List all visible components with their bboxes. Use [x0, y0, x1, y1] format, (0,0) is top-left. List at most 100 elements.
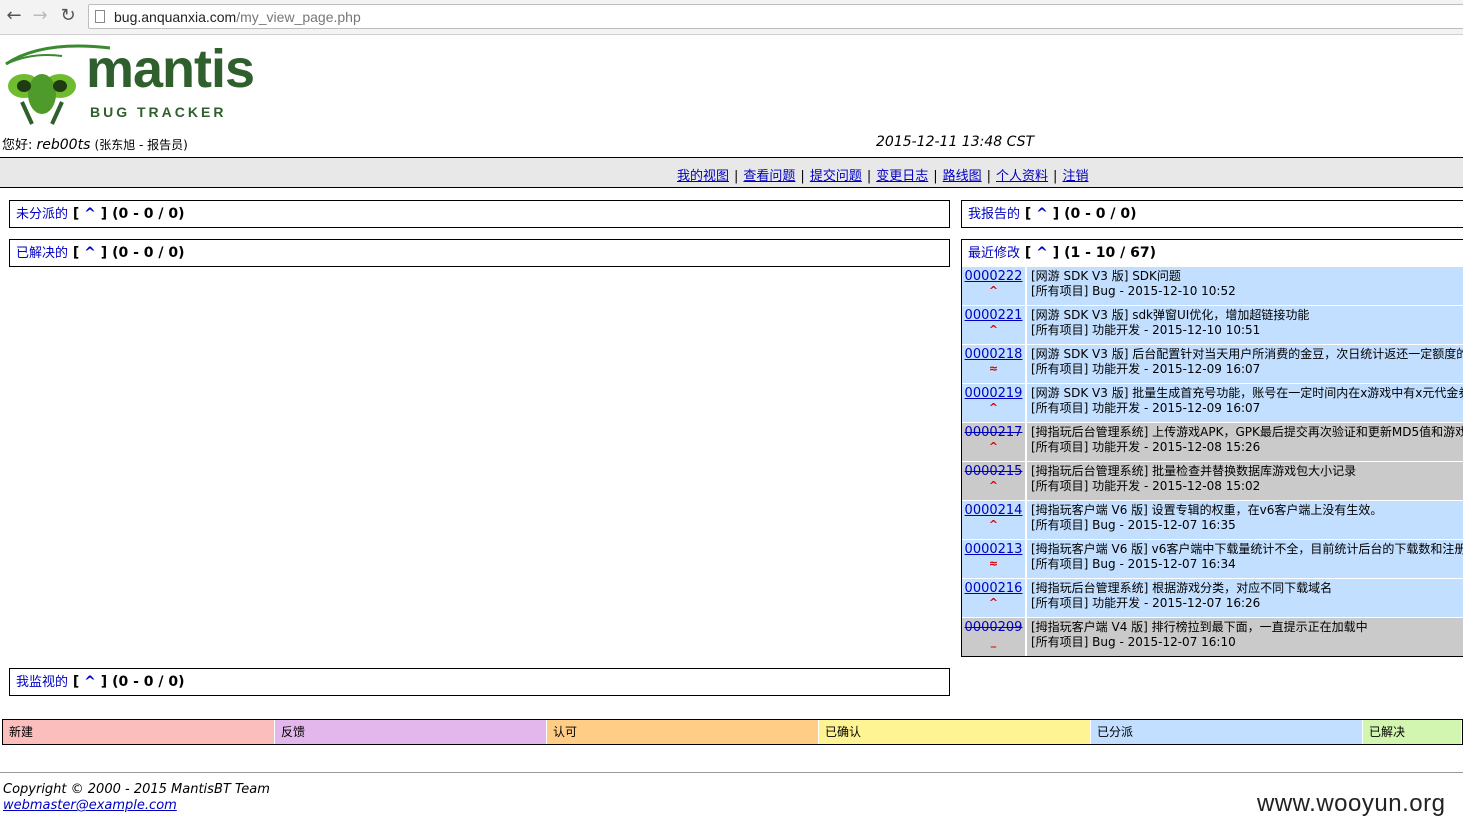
issue-id-link[interactable]: 0000221 — [962, 306, 1025, 323]
priority-icon: ≈ — [988, 362, 999, 375]
back-arrow-icon[interactable]: ← — [4, 6, 24, 26]
url-text[interactable]: bug.anquanxia.com/my_view_page.php — [114, 9, 361, 25]
issue-id-cell: 0000213 ≈ — [962, 540, 1026, 578]
issue-summary-cell: [网游 SDK V3 版] 后台配置针对当天用户所消费的金豆，次日统计返还一定额… — [1027, 345, 1463, 383]
issue-id-link[interactable]: 0000217 — [962, 423, 1025, 440]
panel-resolved-link[interactable]: 已解决的 — [16, 246, 68, 261]
menu-my-view[interactable]: 我的视图 — [677, 169, 729, 184]
issue-summary: [拇指玩客户端 V6 版] v6客户端中下载量统计不全，目前统计后台的下载数和注… — [1031, 542, 1463, 556]
page-icon — [95, 10, 105, 23]
issue-id-cell: 0000219 ^ — [962, 384, 1026, 422]
issue-id-link[interactable]: 0000222 — [962, 267, 1025, 284]
copyright: Copyright © 2000 - 2015 MantisBT Team — [3, 782, 270, 797]
issue-meta: [所有项目] Bug - 2015-12-07 16:34 — [1031, 557, 1236, 571]
panel-count: (0 - 0 / 0) — [112, 245, 185, 261]
issue-summary: [网游 SDK V3 版] sdk弹窗UI优化，增加超链接功能 — [1031, 308, 1310, 322]
priority-icon: ^ — [988, 440, 999, 453]
status-legend: 新建 反馈 认可 已确认 已分派 已解决 — [2, 719, 1463, 745]
status-legend-item: 反馈 — [275, 720, 547, 744]
menu-my-account[interactable]: 个人资料 — [996, 169, 1048, 184]
issue-meta: [所有项目] 功能开发 - 2015-12-07 16:26 — [1031, 596, 1261, 610]
collapse-caret[interactable]: ^ — [1036, 245, 1048, 261]
status-legend-item: 已确认 — [819, 720, 1091, 744]
issue-summary-cell: [拇指玩后台管理系统] 上传游戏APK，GPK最后提交再次验证和更新MD5值和游… — [1027, 423, 1463, 461]
recent-issue-row: 0000221 ^ [网游 SDK V3 版] sdk弹窗UI优化，增加超链接功能[… — [962, 306, 1463, 344]
recent-issue-row: 0000217 ^ [拇指玩后台管理系统] 上传游戏APK，GPK最后提交再次验证和… — [962, 423, 1463, 461]
reload-icon[interactable]: ↻ — [58, 6, 78, 26]
panel-count: (1 - 10 / 67) — [1064, 245, 1156, 261]
watermark: www.wooyun.org — [1257, 790, 1446, 817]
menu-view-issues[interactable]: 查看问题 — [743, 169, 795, 184]
issue-id-link[interactable]: 0000216 — [962, 579, 1025, 596]
issue-id-cell: 0000214 ^ — [962, 501, 1026, 539]
recent-issue-row: 0000218 ≈ [网游 SDK V3 版] 后台配置针对当天用户所消费的金豆，次… — [962, 345, 1463, 383]
issue-id-link[interactable]: 0000213 — [962, 540, 1025, 557]
recent-issue-row: 0000213 ≈ [拇指玩客户端 V6 版] v6客户端中下载量统计不全，目前统计… — [962, 540, 1463, 578]
recent-issue-row: 0000222 ^ [网游 SDK V3 版] SDK问题 [所有项目] Bug - … — [962, 267, 1463, 305]
issue-summary-cell: [拇指玩客户端 V6 版] 设置专辑的权重，在v6客户端上没有生效。 [所有项目]… — [1027, 501, 1463, 539]
collapse-caret[interactable]: ^ — [84, 245, 96, 261]
priority-icon: ^ — [988, 401, 999, 414]
issue-id-link[interactable]: 0000215 — [962, 462, 1025, 479]
issue-meta: [所有项目] 功能开发 - 2015-12-10 10:51 — [1031, 323, 1261, 337]
recent-issue-row: 0000219 ^ [网游 SDK V3 版] 批量生成首充号功能，账号在一定时间内… — [962, 384, 1463, 422]
panel-unassigned-link[interactable]: 未分派的 — [16, 207, 68, 222]
browser-toolbar: ← → ↻ bug.anquanxia.com/my_view_page.php — [0, 0, 1463, 35]
menu-roadmap[interactable]: 路线图 — [943, 169, 982, 184]
panel-reported: 我报告的 [ ^ ] (0 - 0 / 0) — [961, 200, 1463, 228]
recent-issue-row: 0000216 ^ [拇指玩后台管理系统] 根据游戏分类，对应不同下载域名 [所有项目… — [962, 579, 1463, 617]
issue-id-link[interactable]: 0000209 — [962, 618, 1025, 635]
issue-meta: [所有项目] 功能开发 - 2015-12-08 15:26 — [1031, 440, 1261, 454]
issue-id-link[interactable]: 0000214 — [962, 501, 1025, 518]
panel-monitored-link[interactable]: 我监视的 — [16, 675, 68, 690]
priority-icon: ^ — [988, 323, 999, 336]
menu-logout[interactable]: 注销 — [1062, 169, 1088, 184]
priority-icon: _ — [990, 635, 997, 648]
issue-id-cell: 0000222 ^ — [962, 267, 1026, 305]
mantis-logo[interactable]: mantis BUG TRACKER — [2, 42, 255, 126]
user-detail: (张东旭 - 报告员) — [94, 138, 188, 152]
priority-icon: ^ — [988, 479, 999, 492]
issue-id-link[interactable]: 0000219 — [962, 384, 1025, 401]
issue-summary: [拇指玩后台管理系统] 根据游戏分类，对应不同下载域名 — [1031, 581, 1333, 595]
priority-icon: ^ — [988, 284, 999, 297]
issue-summary: [拇指玩客户端 V6 版] 设置专辑的权重，在v6客户端上没有生效。 — [1031, 503, 1383, 517]
collapse-caret[interactable]: ^ — [84, 674, 96, 690]
recent-issue-row: 0000214 ^ [拇指玩客户端 V6 版] 设置专辑的权重，在v6客户端上没有生… — [962, 501, 1463, 539]
priority-icon: ≈ — [988, 557, 999, 570]
issue-summary: [拇指玩后台管理系统] 上传游戏APK，GPK最后提交再次验证和更新MD5值和游… — [1031, 425, 1463, 439]
recent-issue-row: 0000215 ^ [拇指玩后台管理系统] 批量检查并替换数据库游戏包大小记录 [所有… — [962, 462, 1463, 500]
webmaster-email-link[interactable]: webmaster@example.com — [3, 798, 177, 813]
panel-count: (0 - 0 / 0) — [112, 674, 185, 690]
issue-meta: [所有项目] 功能开发 - 2015-12-09 16:07 — [1031, 362, 1261, 376]
main-menu: 我的视图 | 查看问题 | 提交问题 | 变更日志 | 路线图 | 个人资料 | 注销 — [0, 157, 1463, 188]
collapse-caret[interactable]: ^ — [84, 206, 96, 222]
issue-id-cell: 0000217 ^ — [962, 423, 1026, 461]
panel-recent-link[interactable]: 最近修改 — [968, 246, 1020, 261]
forward-arrow-icon[interactable]: → — [30, 6, 50, 26]
collapse-caret[interactable]: ^ — [1036, 206, 1048, 222]
issue-summary: [拇指玩客户端 V4 版] 排行榜拉到最下面，一直提示正在加载中 — [1031, 620, 1368, 634]
issue-meta: [所有项目] Bug - 2015-12-07 16:10 — [1031, 635, 1236, 649]
address-bar[interactable]: bug.anquanxia.com/my_view_page.php — [88, 4, 1463, 29]
status-legend-item: 已分派 — [1091, 720, 1363, 744]
priority-icon: ^ — [988, 596, 999, 609]
issue-meta: [所有项目] 功能开发 - 2015-12-09 16:07 — [1031, 401, 1261, 415]
issue-id-cell: 0000215 ^ — [962, 462, 1026, 500]
panel-count: (0 - 0 / 0) — [1064, 206, 1137, 222]
footer-divider — [0, 772, 1463, 773]
panel-monitored: 我监视的 [ ^ ] (0 - 0 / 0) — [9, 668, 950, 696]
recent-issue-row: 0000209 _ [拇指玩客户端 V4 版] 排行榜拉到最下面，一直提示正在加载中… — [962, 618, 1463, 656]
issue-meta: [所有项目] 功能开发 - 2015-12-08 15:02 — [1031, 479, 1261, 493]
logo-wordmark: mantis — [86, 39, 255, 99]
menu-changelog[interactable]: 变更日志 — [876, 169, 928, 184]
menu-report-issue[interactable]: 提交问题 — [810, 169, 862, 184]
issue-id-link[interactable]: 0000218 — [962, 345, 1025, 362]
panel-recent: 最近修改 [ ^ ] (1 - 10 / 67) 0000222 ^ [网游 SDK… — [961, 239, 1463, 657]
panel-reported-link[interactable]: 我报告的 — [968, 207, 1020, 222]
issue-summary-cell: [拇指玩客户端 V6 版] v6客户端中下载量统计不全，目前统计后台的下载数和注… — [1027, 540, 1463, 578]
status-legend-item: 已解决 — [1363, 720, 1462, 744]
issue-summary-cell: [拇指玩后台管理系统] 根据游戏分类，对应不同下载域名 [所有项目] 功能开发 -… — [1027, 579, 1463, 617]
panel-count: (0 - 0 / 0) — [112, 206, 185, 222]
issue-summary-cell: [网游 SDK V3 版] 批量生成首充号功能，账号在一定时间内在x游戏中有x元… — [1027, 384, 1463, 422]
